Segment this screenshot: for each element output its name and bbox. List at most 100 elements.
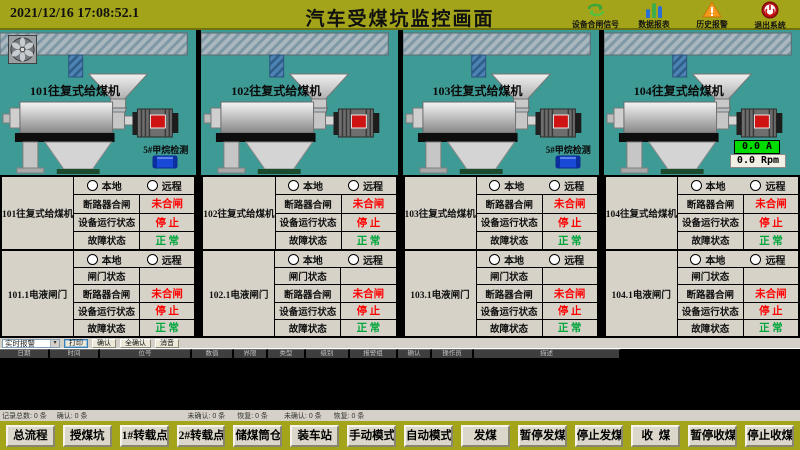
alarm-col-operator: 操作员 <box>432 349 474 358</box>
chevron-down-icon: ▾ <box>50 340 59 347</box>
alarm-col-ack: 确认 <box>398 349 432 358</box>
recovered-count: 恢复: 0 条 <box>237 411 268 421</box>
nav-stop-receive-button[interactable]: 停止收煤 <box>745 425 794 447</box>
radio-icon <box>147 254 158 265</box>
row-label: 设备运行状态 <box>74 214 140 231</box>
feeder-bay-101: 101往复式给煤机 5#甲烷检测 <box>0 30 196 175</box>
nav-pause-send-button[interactable]: 暂停发煤 <box>518 425 567 447</box>
nav-stop-send-button[interactable]: 停止发煤 <box>575 425 624 447</box>
row-label: 故障状态 <box>678 232 744 249</box>
local-radio[interactable]: 本地 <box>87 252 122 267</box>
print-button[interactable]: 打印 <box>64 339 88 348</box>
exit-system-button[interactable]: 退出系统 <box>744 0 796 30</box>
ack-count: 确认: 0 条 <box>57 411 88 421</box>
radio-label: 本地 <box>303 178 323 193</box>
remote-radio[interactable]: 远程 <box>348 178 383 193</box>
fan-icon <box>8 35 37 64</box>
gate-state-value <box>341 268 395 284</box>
remote-radio[interactable]: 远程 <box>549 252 584 267</box>
nav-silo-button[interactable]: 储煤筒仓 <box>233 425 282 447</box>
remote-radio[interactable]: 远程 <box>750 178 785 193</box>
remote-radio[interactable]: 远程 <box>750 252 785 267</box>
power-icon <box>760 1 780 19</box>
nav-loading-station-button[interactable]: 装车站 <box>290 425 339 447</box>
scada-screen: 2021/12/16 17:08:52.1 汽车受煤坑监控画面 设备合闸信号 <box>0 0 800 450</box>
radio-label: 远程 <box>564 178 584 193</box>
feeder-status-panel: 102往复式给煤机 本地 远程 断路器合闸 未合闸 设备运行状态 停 止 <box>201 175 397 251</box>
remote-radio[interactable]: 远程 <box>348 252 383 267</box>
row-label: 设备运行状态 <box>275 303 341 319</box>
local-radio[interactable]: 本地 <box>691 178 726 193</box>
alarm-col-level: 级别 <box>306 349 350 358</box>
local-radio[interactable]: 本地 <box>690 252 725 267</box>
radio-label: 本地 <box>102 178 122 193</box>
fault-status-value: 正 常 <box>140 232 194 249</box>
recovered-count-2: 恢复: 0 条 <box>334 411 365 421</box>
status-panels: 101往复式给煤机 本地 远程 断路器合闸 未合闸 设备运行状态 停 止 <box>0 175 800 338</box>
warning-icon <box>702 1 722 18</box>
breaker-status-value: 未合闸 <box>543 285 597 301</box>
breaker-status-value: 未合闸 <box>744 195 798 212</box>
nav-transfer1-button[interactable]: 1#转载点 <box>120 425 169 447</box>
row-label: 断路器合闸 <box>275 285 341 301</box>
radio-icon <box>348 254 359 265</box>
nav-main-flow-button[interactable]: 总流程 <box>6 425 55 447</box>
ack-all-button[interactable]: 全确认 <box>120 339 151 348</box>
fault-status-row: 故障状态 正 常 <box>276 231 396 249</box>
breaker-status-row: 断路器合闸 未合闸 <box>477 284 597 301</box>
tool-label: 退出系统 <box>754 19 785 30</box>
tool-label: 历史报警 <box>696 18 727 29</box>
fault-status-value: 正 常 <box>744 320 798 336</box>
radio-icon <box>87 254 98 265</box>
panel-title: 103.1电液闸门 <box>405 251 477 336</box>
top-bar: 2021/12/16 17:08:52.1 汽车受煤坑监控画面 设备合闸信号 <box>0 0 800 30</box>
nav-manual-mode-button[interactable]: 手动模式 <box>347 425 396 447</box>
local-radio[interactable]: 本地 <box>288 178 323 193</box>
nav-coal-pit-button[interactable]: 授煤坑 <box>63 425 112 447</box>
run-status-row: 设备运行状态 停 止 <box>477 302 597 319</box>
history-alarm-button[interactable]: 历史报警 <box>686 0 738 30</box>
data-report-button[interactable]: 数据报表 <box>628 0 680 30</box>
breaker-signal-button[interactable]: 设备合闸信号 <box>570 0 622 30</box>
alarm-col-type: 类型 <box>268 349 306 358</box>
mute-button[interactable]: 消音 <box>155 339 179 348</box>
alarm-col-description: 描述 <box>474 349 621 358</box>
ack-button[interactable]: 确认 <box>92 339 116 348</box>
fault-status-row: 故障状态 正 常 <box>477 319 597 336</box>
nav-receive-coal-button[interactable]: 收 煤 <box>631 425 680 447</box>
mode-select-row: 本地 远程 <box>74 177 194 194</box>
bar-chart-icon <box>644 1 664 18</box>
remote-radio[interactable]: 远程 <box>147 252 182 267</box>
alarm-filter-select[interactable]: 实时报警 ▾ <box>2 339 60 348</box>
feeder-machine-graphic <box>201 30 397 175</box>
nav-pause-receive-button[interactable]: 暂停收煤 <box>688 425 737 447</box>
local-radio[interactable]: 本地 <box>489 252 524 267</box>
local-radio[interactable]: 本地 <box>489 178 524 193</box>
panel-title: 104.1电液闸门 <box>606 251 678 336</box>
radio-icon <box>87 180 98 191</box>
current-display: 0.0 A <box>734 140 780 154</box>
fault-status-value: 正 常 <box>341 320 395 336</box>
radio-icon <box>489 254 500 265</box>
feeder-label: 103往复式给煤机 <box>433 82 523 99</box>
run-status-row: 设备运行状态 停 止 <box>74 213 194 231</box>
breaker-status-row: 断路器合闸 未合闸 <box>275 284 395 301</box>
tool-label: 设备合闸信号 <box>573 18 620 29</box>
run-status-value: 停 止 <box>744 303 798 319</box>
nav-auto-mode-button[interactable]: 自动模式 <box>404 425 453 447</box>
radio-icon <box>489 180 500 191</box>
local-radio[interactable]: 本地 <box>288 252 323 267</box>
remote-radio[interactable]: 远程 <box>147 178 182 193</box>
radio-icon <box>750 180 761 191</box>
fault-status-value: 正 常 <box>543 232 597 249</box>
status-column-103: 103往复式给煤机 本地 远程 断路器合闸 未合闸 设备运行状态 停 止 <box>403 175 599 338</box>
remote-radio[interactable]: 远程 <box>549 178 584 193</box>
fault-status-row: 故障状态 正 常 <box>678 319 798 336</box>
local-radio[interactable]: 本地 <box>87 178 122 193</box>
feeder-status-panel: 103往复式给煤机 本地 远程 断路器合闸 未合闸 设备运行状态 停 止 <box>403 175 599 251</box>
radio-label: 本地 <box>706 178 726 193</box>
methane-detector-icon <box>152 154 178 169</box>
nav-send-coal-button[interactable]: 发煤 <box>461 425 510 447</box>
alarm-col-time: 时间 <box>50 349 100 358</box>
nav-transfer2-button[interactable]: 2#转载点 <box>177 425 226 447</box>
